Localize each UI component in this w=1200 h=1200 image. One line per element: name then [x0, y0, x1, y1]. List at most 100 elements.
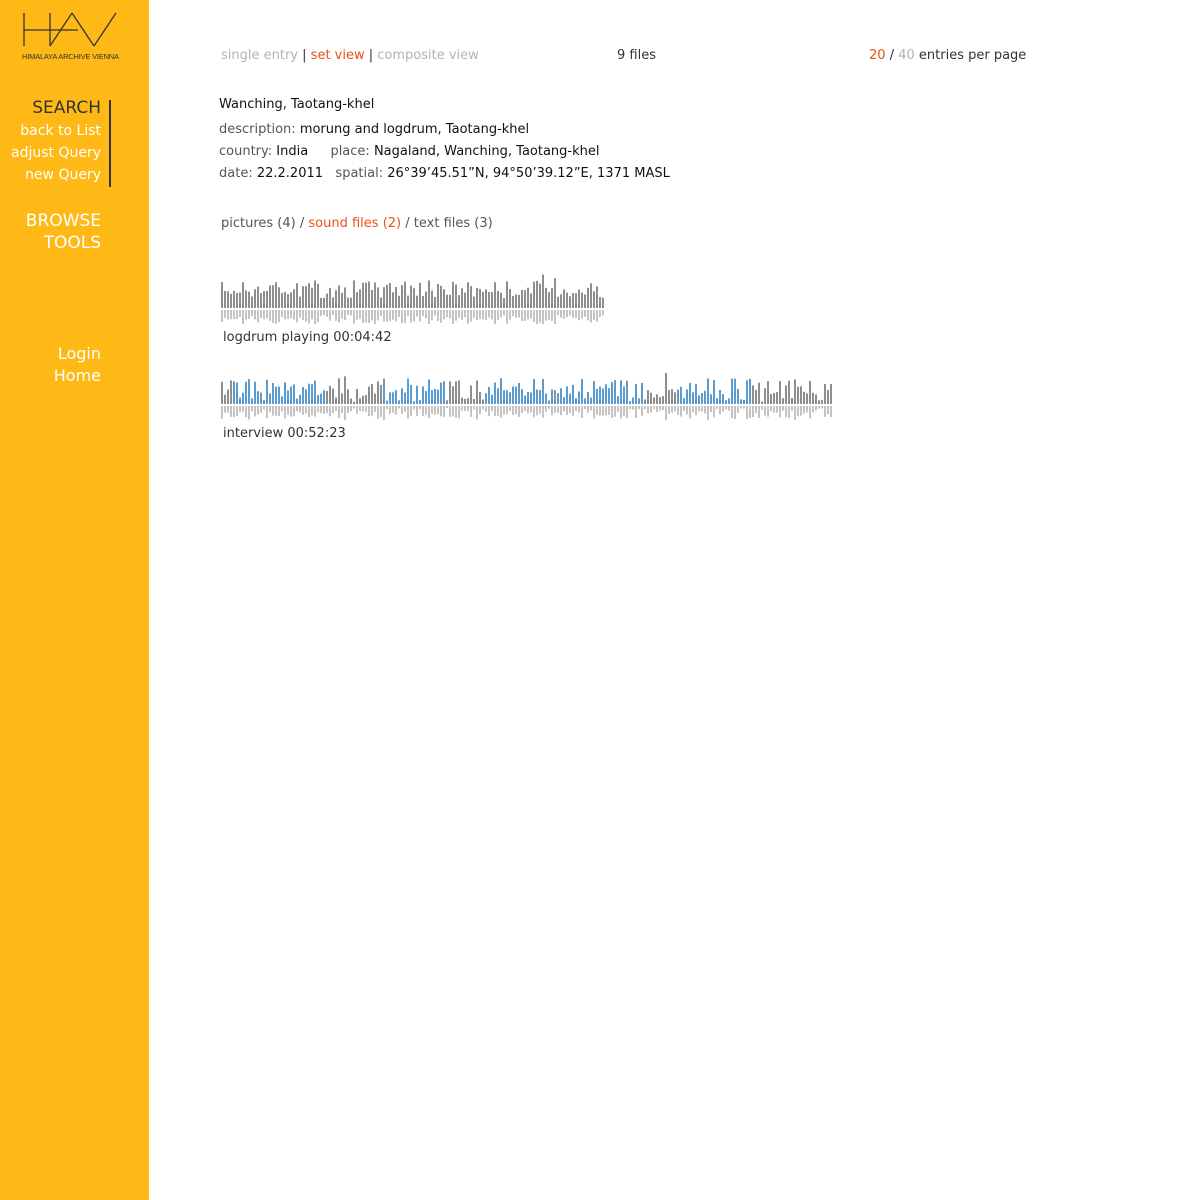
search-heading[interactable]: SEARCH — [11, 96, 101, 120]
waveform-bar — [278, 287, 280, 308]
per-page-20-link[interactable]: 20 — [869, 48, 886, 63]
browse-link[interactable]: BROWSE — [26, 210, 101, 232]
waveform-bar — [419, 400, 421, 404]
composite-view-link[interactable]: composite view — [377, 48, 479, 63]
waveform-bar — [509, 392, 511, 404]
entries-per-page: 20 / 40 entries per page — [869, 48, 1026, 63]
waveform-bar — [332, 388, 334, 404]
sound-file-item[interactable]: logdrum playing 00:04:42 — [221, 272, 611, 345]
waveform-reflection-bar — [302, 406, 304, 415]
waveform-reflection-bar — [650, 406, 652, 413]
spatial-value: 26°39’45.51”N, 94°50’39.12”E, 1371 MASL — [387, 166, 670, 181]
waveform-bar — [581, 378, 583, 404]
sound-caption[interactable]: logdrum playing 00:04:42 — [223, 330, 611, 345]
waveform-bar — [239, 397, 241, 404]
waveform-bar — [743, 399, 745, 404]
waveform-bar — [575, 398, 577, 404]
waveform-reflection-bar — [725, 406, 727, 410]
waveform-bar — [254, 289, 256, 308]
waveform-bar — [344, 376, 346, 404]
waveform-bar — [443, 289, 445, 308]
waveform-reflection-bar — [662, 406, 664, 411]
waveform-bar — [770, 394, 772, 404]
waveform-bar — [326, 293, 328, 308]
sound-caption[interactable]: interview 00:52:23 — [223, 426, 833, 441]
waveform-reflection-bar — [572, 406, 574, 416]
waveform-reflection-bar — [308, 406, 310, 418]
waveform-bar — [569, 296, 571, 308]
waveform-reflection-bar — [386, 310, 388, 322]
waveform-bar — [386, 400, 388, 404]
waveform-reflection-bar — [497, 310, 499, 321]
adjust-query-link[interactable]: adjust Query — [11, 142, 101, 164]
waveform-reflection-bar — [359, 406, 361, 412]
waveform-reflection-bar — [323, 310, 325, 316]
waveform-bar — [458, 380, 460, 404]
waveform-reflection-bar — [257, 406, 259, 415]
waveform-reflection-bar — [806, 406, 808, 413]
tab-pictures[interactable]: pictures (4) — [221, 216, 296, 231]
waveform-reflection-bar — [581, 406, 583, 418]
tools-link[interactable]: TOOLS — [26, 232, 101, 254]
waveform-bar — [617, 396, 619, 404]
waveform-reflection-bar — [374, 310, 376, 324]
waveform-bar — [494, 382, 496, 404]
waveform-bar — [470, 385, 472, 404]
home-link[interactable]: Home — [54, 365, 101, 387]
waveform-bar — [428, 280, 430, 308]
waveform-bar — [293, 384, 295, 404]
waveform-reflection-bar — [389, 406, 391, 414]
waveform-bar — [599, 297, 601, 308]
waveform-bar — [377, 381, 379, 404]
waveform-bar — [548, 400, 550, 404]
tab-sound-files[interactable]: sound files (2) — [308, 216, 401, 231]
waveform-reflection-bar — [449, 406, 451, 417]
login-link[interactable]: Login — [54, 343, 101, 365]
waveform-bar — [368, 386, 370, 404]
waveform-reflection-bar — [617, 406, 619, 412]
waveform-bar — [530, 392, 532, 404]
new-query-link[interactable]: new Query — [11, 164, 101, 186]
per-page-40-link[interactable]: 40 — [898, 48, 915, 63]
waveform-bar — [746, 380, 748, 404]
single-entry-link[interactable]: single entry — [221, 48, 298, 63]
tab-text-files[interactable]: text files (3) — [414, 216, 493, 231]
waveform-reflection-bar — [557, 406, 559, 413]
waveform-reflection-bar — [782, 406, 784, 411]
waveform-reflection-bar — [536, 310, 538, 324]
waveform-reflection-bar — [338, 310, 340, 323]
waveform-bar — [662, 396, 664, 404]
waveform-bar — [728, 398, 730, 404]
waveform-reflection-bar — [437, 310, 439, 322]
waveform-bar — [230, 293, 232, 308]
waveform-reflection-bar — [353, 310, 355, 324]
waveform-bar — [764, 388, 766, 404]
waveform-bar — [386, 284, 388, 308]
waveform-bar — [560, 388, 562, 404]
waveform-bar — [527, 287, 529, 308]
waveform-reflection-bar — [383, 406, 385, 420]
sound-file-item[interactable]: interview 00:52:23 — [221, 370, 833, 441]
waveform-bar — [791, 397, 793, 404]
waveform-thumbnail[interactable] — [221, 370, 833, 420]
waveform-bar — [551, 389, 553, 404]
waveform-reflection-bar — [419, 310, 421, 322]
hav-logo[interactable]: HIMALAYA ARCHIVE VIENNA — [20, 10, 122, 62]
back-to-list-link[interactable]: back to List — [11, 120, 101, 142]
waveform-reflection-bar — [776, 406, 778, 413]
waveform-bar — [335, 290, 337, 308]
waveform-bar — [353, 401, 355, 404]
waveform-thumbnail[interactable] — [221, 272, 611, 324]
waveform-reflection-bar — [299, 406, 301, 413]
waveform-reflection-bar — [620, 406, 622, 419]
waveform-bar — [224, 290, 226, 308]
waveform-reflection-bar — [503, 406, 505, 415]
waveform-bar — [380, 384, 382, 404]
waveform-bar — [665, 373, 667, 404]
waveform-reflection-bar — [275, 310, 277, 324]
set-view-link[interactable]: set view — [311, 48, 365, 63]
country-value: India — [276, 144, 309, 159]
waveform-reflection-bar — [803, 406, 805, 414]
waveform-reflection-bar — [221, 406, 223, 419]
waveform-bar — [548, 292, 550, 308]
